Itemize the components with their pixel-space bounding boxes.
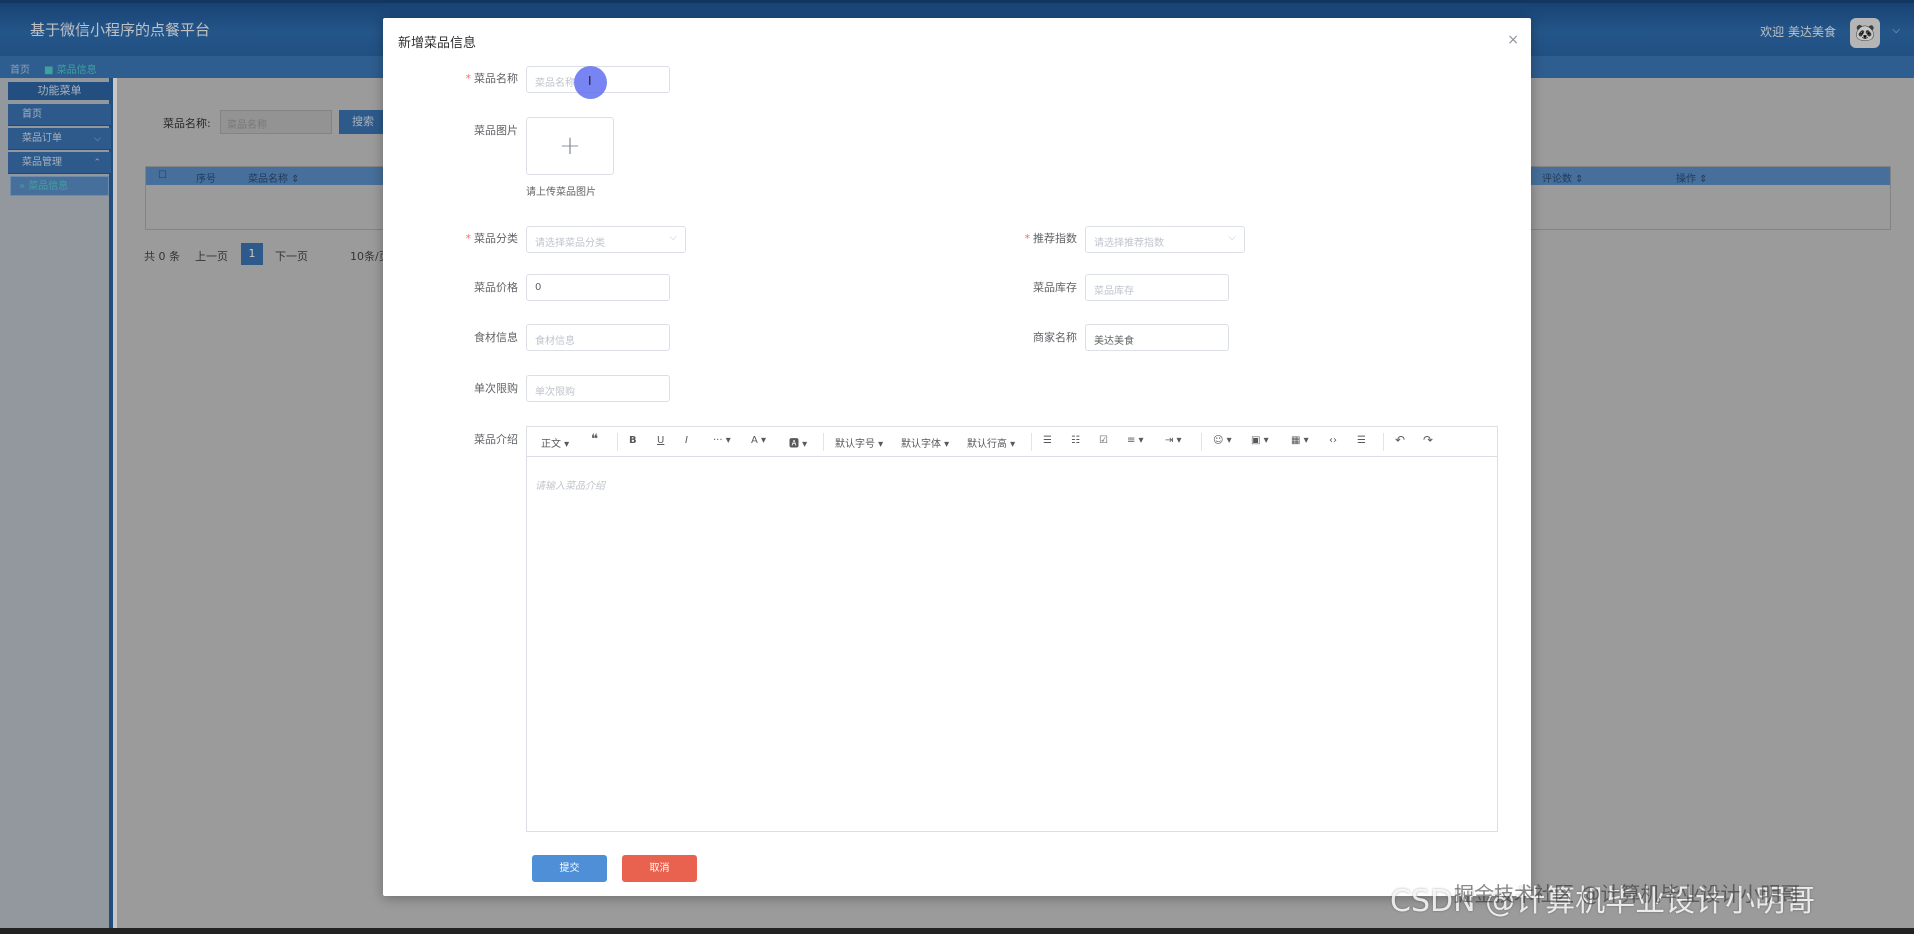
merchant-input[interactable]: 美达美食	[1085, 324, 1229, 351]
required-mark: *	[1024, 232, 1031, 245]
select-placeholder: 请选择推荐指数	[1094, 238, 1164, 249]
font-size-select[interactable]: 默认字号 ▾	[835, 435, 883, 450]
toolbar-divider	[1031, 433, 1032, 451]
label-text: 菜品名称	[474, 72, 518, 85]
chevron-down-icon: ⌵	[669, 232, 677, 243]
todo-icon[interactable]: ☑	[1099, 435, 1108, 446]
field-label-stock: 菜品库存	[1033, 281, 1077, 294]
toolbar-divider	[823, 433, 824, 451]
required-mark: *	[465, 72, 472, 85]
text-cursor-icon: I	[588, 74, 592, 88]
field-label-limit: 单次限购	[474, 382, 518, 395]
editor-toolbar: 正文 ▾ ❝ B U I ··· ▾ A ▾ 🅰 ▾ 默认字号 ▾ 默认字体 ▾…	[527, 427, 1497, 457]
submit-button[interactable]: 提交	[532, 855, 607, 882]
code-icon[interactable]: ‹›	[1329, 435, 1337, 446]
line-height-select[interactable]: 默认行高 ▾	[967, 435, 1015, 450]
close-icon[interactable]: ×	[1507, 32, 1519, 48]
divider-icon[interactable]: ☰	[1357, 435, 1366, 446]
field-label-image: 菜品图片	[474, 124, 518, 137]
font-family-select[interactable]: 默认字体 ▾	[901, 435, 949, 450]
toolbar-divider	[1383, 433, 1384, 451]
table-icon[interactable]: ▦ ▾	[1291, 435, 1309, 446]
dialog-title: 新增菜品信息	[398, 36, 477, 51]
undo-icon[interactable]: ↶	[1395, 433, 1405, 447]
stock-input[interactable]: 菜品库存	[1085, 274, 1229, 301]
field-label-recommend: * 推荐指数	[967, 230, 1078, 246]
label-text: 推荐指数	[1033, 232, 1077, 245]
align-icon[interactable]: ≡ ▾	[1127, 435, 1144, 446]
image-icon[interactable]: ▣ ▾	[1251, 435, 1269, 446]
redo-icon[interactable]: ↷	[1423, 433, 1433, 447]
italic-icon[interactable]: I	[685, 435, 688, 446]
ingredients-input[interactable]: 食材信息	[526, 324, 670, 351]
label-text: 菜品分类	[474, 232, 518, 245]
more-styles-button[interactable]: ··· ▾	[713, 435, 731, 446]
background-color-icon[interactable]: 🅰 ▾	[789, 435, 807, 450]
cancel-button[interactable]: 取消	[622, 855, 697, 882]
toolbar-divider	[1201, 433, 1202, 451]
bold-icon[interactable]: B	[629, 435, 637, 446]
underline-icon[interactable]: U	[657, 435, 664, 446]
price-input[interactable]: 0	[526, 274, 670, 301]
emoji-icon[interactable]: ☺ ▾	[1213, 435, 1232, 446]
rich-text-editor[interactable]: 正文 ▾ ❝ B U I ··· ▾ A ▾ 🅰 ▾ 默认字号 ▾ 默认字体 ▾…	[526, 426, 1498, 832]
quote-icon[interactable]: ❝	[591, 432, 598, 447]
watermark-overlay: 掘金技术社区 @计算机毕业设计小明哥	[1454, 882, 1801, 906]
add-dish-dialog: 新增菜品信息 × * 菜品名称 菜品名称 I 菜品图片 + 请上传菜品图片 * 菜品…	[383, 18, 1531, 896]
paragraph-style-button[interactable]: 正文 ▾	[541, 435, 569, 450]
required-mark: *	[465, 232, 472, 245]
field-label-name: * 菜品名称	[408, 70, 519, 86]
plus-icon: +	[559, 131, 581, 161]
field-label-category: * 菜品分类	[408, 230, 519, 246]
field-label-intro: 菜品介绍	[474, 433, 518, 446]
indent-icon[interactable]: ⇥ ▾	[1165, 435, 1182, 446]
numbered-list-icon[interactable]: ☷	[1071, 435, 1080, 446]
bottom-bar	[0, 928, 1914, 934]
category-select[interactable]: 请选择菜品分类 ⌵	[526, 226, 686, 253]
field-label-price: 菜品价格	[474, 281, 518, 294]
editor-placeholder: 请输入菜品介绍	[535, 481, 605, 492]
chevron-down-icon: ⌵	[1228, 232, 1236, 243]
upload-tip: 请上传菜品图片	[526, 187, 596, 198]
bullet-list-icon[interactable]: ☰	[1043, 435, 1052, 446]
select-placeholder: 请选择菜品分类	[535, 238, 605, 249]
image-upload-button[interactable]: +	[526, 117, 614, 175]
font-color-icon[interactable]: A ▾	[751, 435, 766, 446]
purchase-limit-input[interactable]: 单次限购	[526, 375, 670, 402]
recommend-select[interactable]: 请选择推荐指数 ⌵	[1085, 226, 1245, 253]
field-label-ingredients: 食材信息	[474, 331, 518, 344]
field-label-merchant: 商家名称	[1033, 331, 1077, 344]
toolbar-divider	[617, 433, 618, 451]
